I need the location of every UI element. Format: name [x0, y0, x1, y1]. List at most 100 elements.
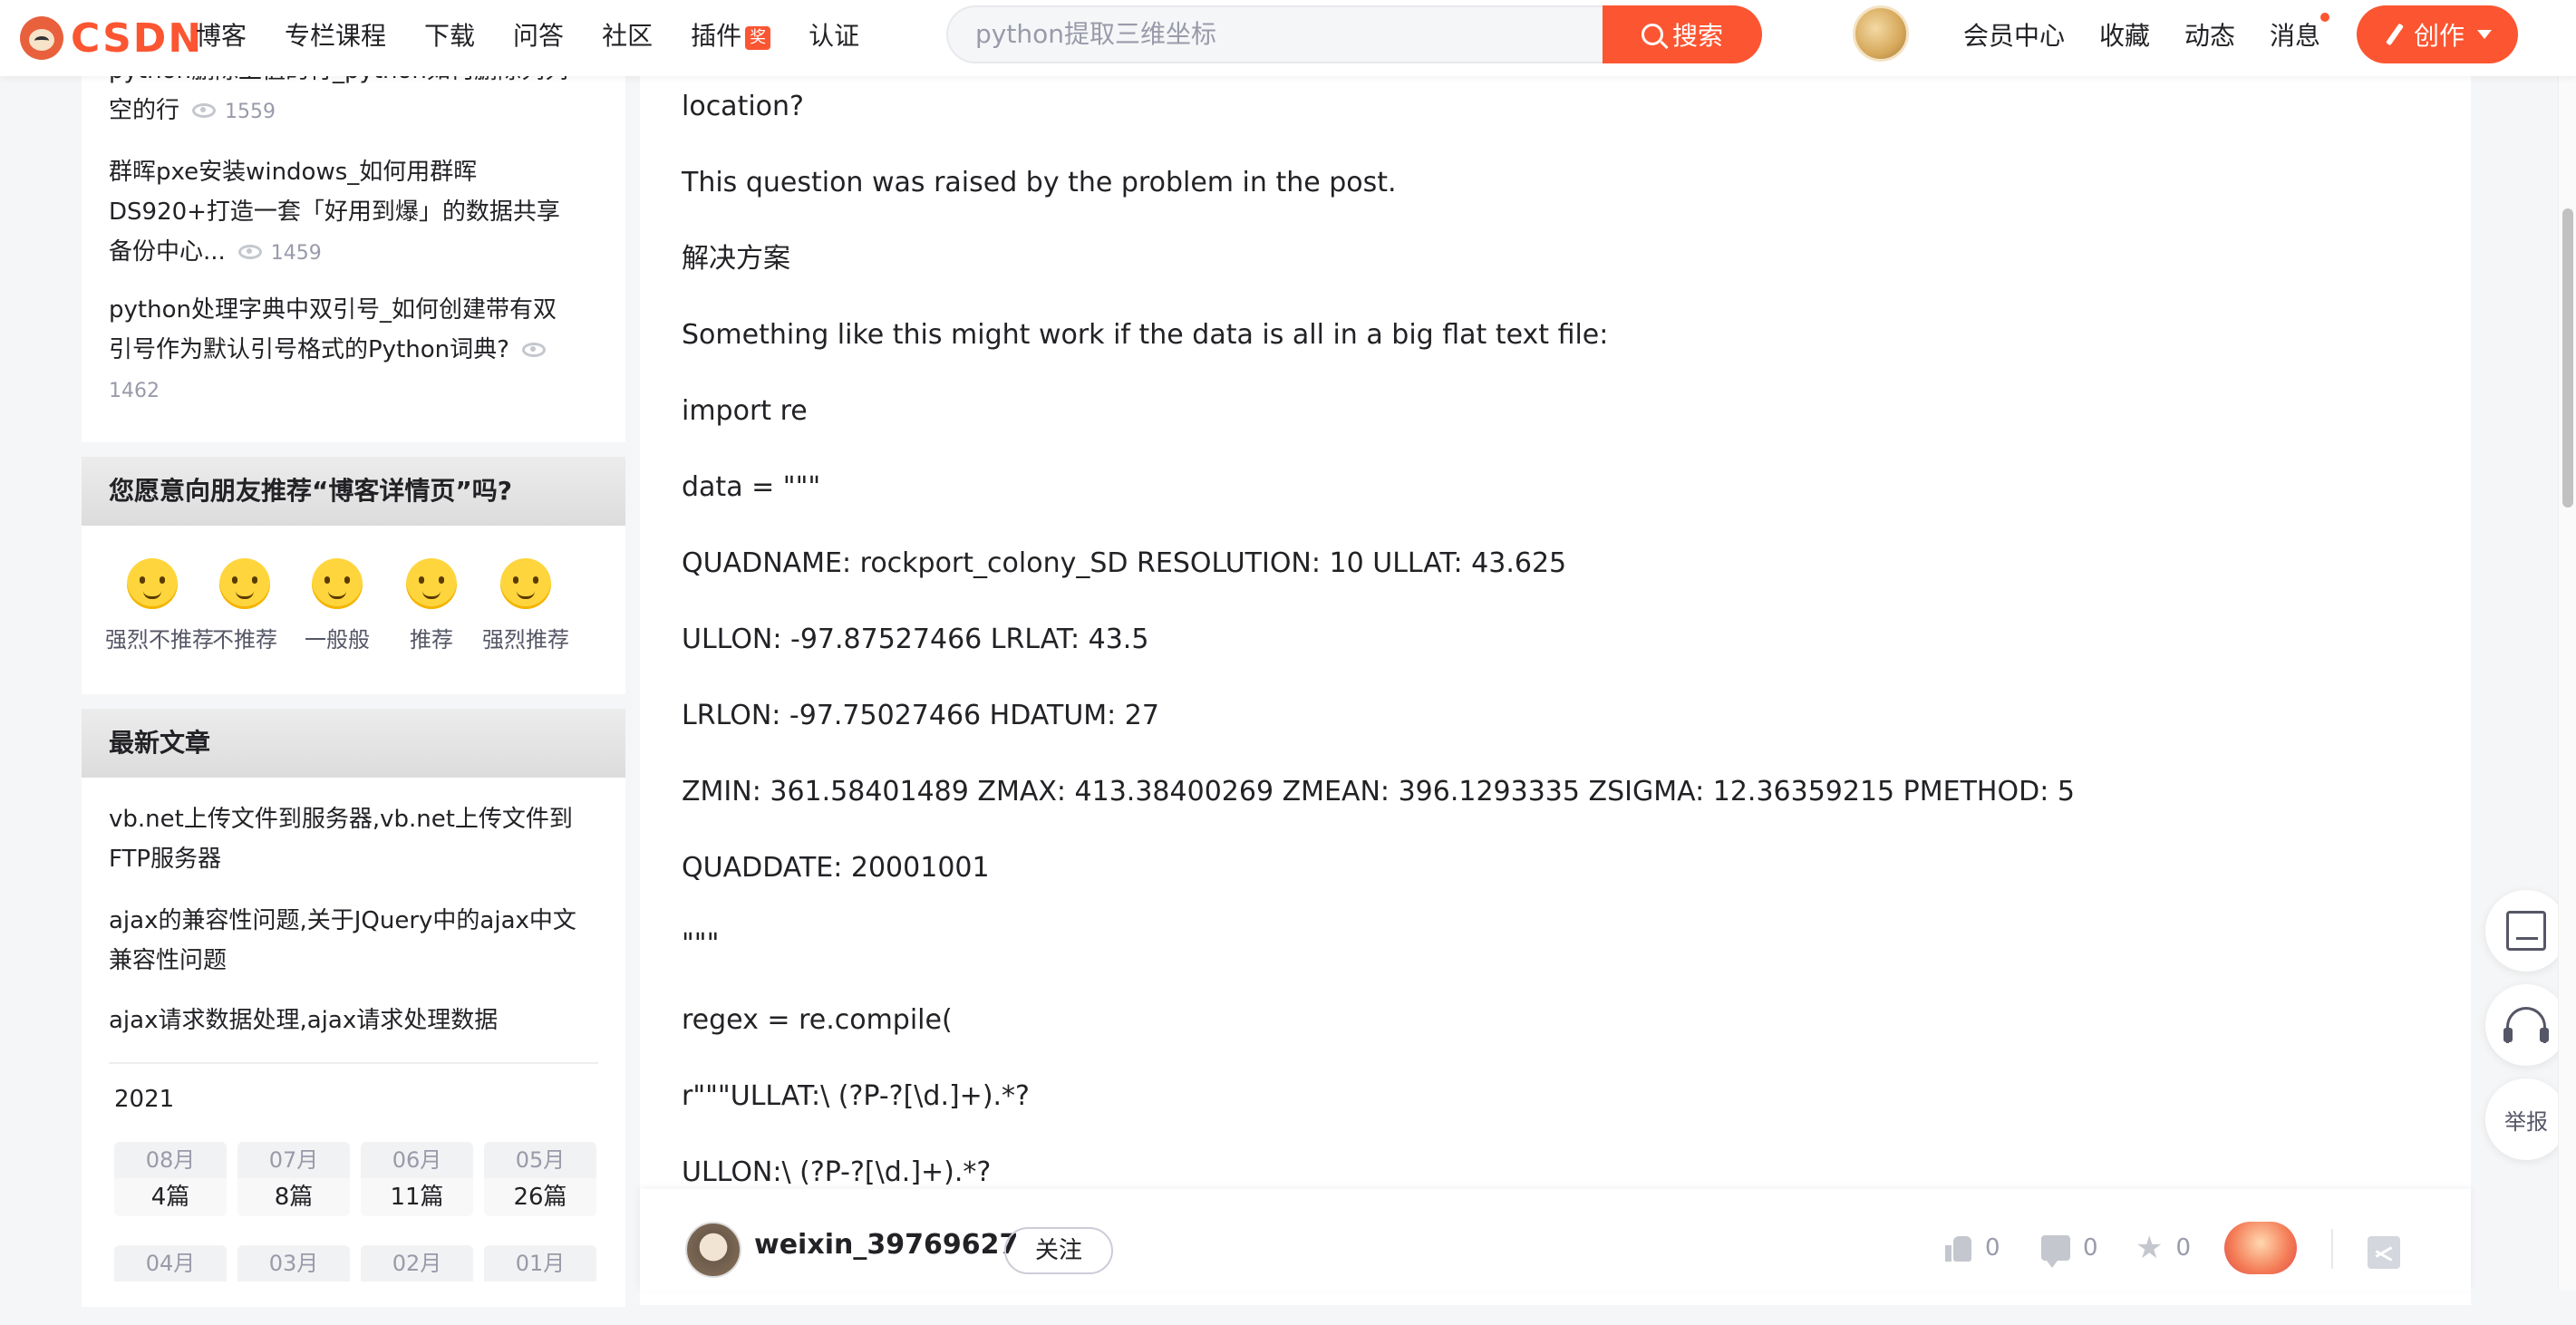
author-avatar[interactable] — [685, 1222, 741, 1278]
latest-article-3[interactable]: ajax请求数据处理,ajax请求处理数据 — [109, 1001, 616, 1040]
nav-favorites[interactable]: 收藏 — [2099, 16, 2150, 53]
nav-qa[interactable]: 问答 — [513, 16, 564, 53]
nav-blog[interactable]: 博客 — [196, 16, 247, 53]
rating-label: 不推荐 — [212, 627, 277, 653]
month-label: 01月 — [484, 1245, 596, 1281]
top-navigation-bar: CSDN 博客 专栏课程 下载 问答 社区 插件奖 认证 python提取三维坐… — [0, 0, 2576, 76]
month-count: 8篇 — [237, 1178, 350, 1216]
hot-article-3[interactable]: python处理字典中双引号_如何创建带有双 引号作为默认引号格式的Python… — [109, 290, 607, 411]
article-line: ULLON: -97.87527466 LRLAT: 43.5 — [682, 624, 1149, 655]
latest-article-2[interactable]: ajax的兼容性问题,关于JQuery中的ajax中文 兼容性问题 — [109, 901, 616, 981]
rating-recommend[interactable]: 推荐 — [384, 558, 479, 653]
article-line: """ — [682, 928, 720, 960]
comment-icon — [2041, 1235, 2070, 1268]
search-button[interactable]: 搜索 — [1603, 5, 1762, 63]
create-button[interactable]: 创作 — [2357, 5, 2518, 63]
nav-activity[interactable]: 动态 — [2184, 16, 2235, 53]
scrollbar[interactable] — [2558, 0, 2576, 1291]
archive-month[interactable]: 07月 8篇 — [237, 1142, 350, 1222]
star-icon: ★ — [2135, 1230, 2164, 1266]
month-label: 04月 — [114, 1245, 227, 1281]
rating-neutral[interactable]: 一般般 — [290, 558, 384, 653]
user-nav: 会员中心 收藏 动态 消息 — [1963, 0, 2355, 69]
favorite-button[interactable]: ★ 0 — [2135, 1230, 2191, 1266]
hot-article-2[interactable]: 群晖pxe安装windows_如何用群晖 DS920+打造一套「好用到爆」的数据… — [109, 152, 607, 274]
nav-member-center[interactable]: 会员中心 — [1963, 16, 2065, 53]
user-avatar[interactable] — [1853, 5, 1909, 62]
archive-month[interactable]: 05月 26篇 — [484, 1142, 596, 1222]
latest-article-title: 兼容性问题 — [109, 947, 228, 974]
comment-button[interactable]: 0 — [2041, 1234, 2098, 1268]
month-count: 26篇 — [484, 1178, 596, 1216]
eye-icon — [192, 103, 217, 118]
nav-download[interactable]: 下载 — [424, 16, 475, 53]
latest-article-title: ajax的兼容性问题,关于JQuery中的ajax中文 — [109, 907, 576, 934]
mascot-icon — [20, 16, 63, 60]
follow-button[interactable]: 关注 — [1004, 1227, 1113, 1274]
laughing-face-icon — [500, 558, 551, 609]
rating-label: 强烈推荐 — [482, 627, 569, 653]
customer-service-button[interactable] — [2485, 984, 2567, 1066]
month-label: 08月 — [114, 1142, 227, 1178]
view-count: 1462 — [109, 380, 160, 402]
eye-icon — [237, 245, 262, 259]
smile-face-icon — [406, 558, 457, 609]
month-label: 05月 — [484, 1142, 596, 1178]
article-line: QUADNAME: rockport_colony_SD RESOLUTION:… — [682, 547, 1567, 579]
archive-month[interactable]: 01月 — [484, 1245, 596, 1325]
like-count: 0 — [1985, 1234, 2000, 1262]
report-label: 举报 — [2504, 1108, 2548, 1135]
article-line: r"""ULLAT:\ (?P-?[\d.]+).*? — [682, 1080, 1030, 1112]
chevron-down-icon[interactable] — [2477, 30, 2492, 39]
archive-month[interactable]: 02月 — [361, 1245, 473, 1325]
rating-label: 强烈不推荐 — [105, 627, 214, 653]
nav-courses[interactable]: 专栏课程 — [285, 16, 386, 53]
search-button-label: 搜索 — [1671, 21, 1723, 51]
author-name[interactable]: weixin_39769627 — [754, 1229, 1018, 1261]
article-toolbar: weixin_39769627 关注 0 0 ★ 0 — [640, 1189, 2471, 1291]
article-line: ZMIN: 361.58401489 ZMAX: 413.38400269 ZM… — [682, 776, 2075, 808]
hot-articles-card: python删除上值的行_python如何删除列列 空的行1559 群晖pxe安… — [82, 54, 625, 442]
csdn-logo[interactable]: CSDN — [20, 15, 203, 62]
rating-not-recommend[interactable]: 不推荐 — [199, 558, 290, 653]
report-button[interactable]: 举报 — [2485, 1078, 2567, 1160]
article-line: regex = re.compile( — [682, 1004, 953, 1036]
hot-article-title: 引号作为默认引号格式的Python词典? — [109, 336, 509, 363]
doubtful-face-icon — [219, 558, 270, 609]
like-button[interactable]: 0 — [1945, 1234, 2000, 1262]
latest-article-title: FTP服务器 — [109, 846, 222, 873]
search-input[interactable]: python提取三维坐标 — [946, 5, 1604, 63]
nav-community[interactable]: 社区 — [602, 16, 653, 53]
reward-icon[interactable] — [2224, 1222, 2297, 1274]
latest-articles-card: 最新文章 vb.net上传文件到服务器,vb.net上传文件到 FTP服务器 a… — [82, 709, 625, 1307]
month-count: 4篇 — [114, 1178, 227, 1216]
article-line: import re — [682, 395, 808, 427]
divider — [109, 1062, 598, 1064]
archive-month[interactable]: 08月 4篇 — [114, 1142, 227, 1222]
article-line: Something like this might work if the da… — [682, 319, 1609, 351]
edit-button[interactable] — [2485, 890, 2567, 972]
edit-icon — [2506, 911, 2546, 951]
article-line: This question was raised by the problem … — [682, 167, 1397, 198]
nav-messages[interactable]: 消息 — [2270, 13, 2330, 53]
latest-article-1[interactable]: vb.net上传文件到服务器,vb.net上传文件到 FTP服务器 — [109, 799, 616, 879]
scrollbar-thumb[interactable] — [2562, 208, 2573, 508]
main-nav: 博客 专栏课程 下载 问答 社区 插件奖 认证 — [196, 0, 897, 69]
nav-plugins[interactable]: 插件奖 — [691, 16, 771, 53]
headset-icon — [2503, 1007, 2549, 1043]
hot-article-title: DS920+打造一套「好用到爆」的数据共享 — [109, 198, 560, 226]
article-line: QUADDATE: 20001001 — [682, 852, 990, 884]
month-label: 06月 — [361, 1142, 473, 1178]
nav-plugins-label: 插件 — [691, 21, 742, 51]
nav-certification[interactable]: 认证 — [809, 16, 859, 53]
archive-month[interactable]: 04月 — [114, 1245, 227, 1325]
reward-badge: 奖 — [745, 26, 771, 50]
archive-month[interactable]: 06月 11篇 — [361, 1142, 473, 1222]
share-icon[interactable] — [2368, 1236, 2400, 1269]
rating-strongly-recommend[interactable]: 强烈推荐 — [479, 558, 573, 653]
archive-month[interactable]: 03月 — [237, 1245, 350, 1325]
hot-article-title: 空的行 — [109, 97, 180, 124]
view-count: 1559 — [225, 101, 276, 123]
nav-messages-label: 消息 — [2270, 21, 2321, 51]
rating-strongly-not-recommend[interactable]: 强烈不推荐 — [105, 558, 214, 653]
